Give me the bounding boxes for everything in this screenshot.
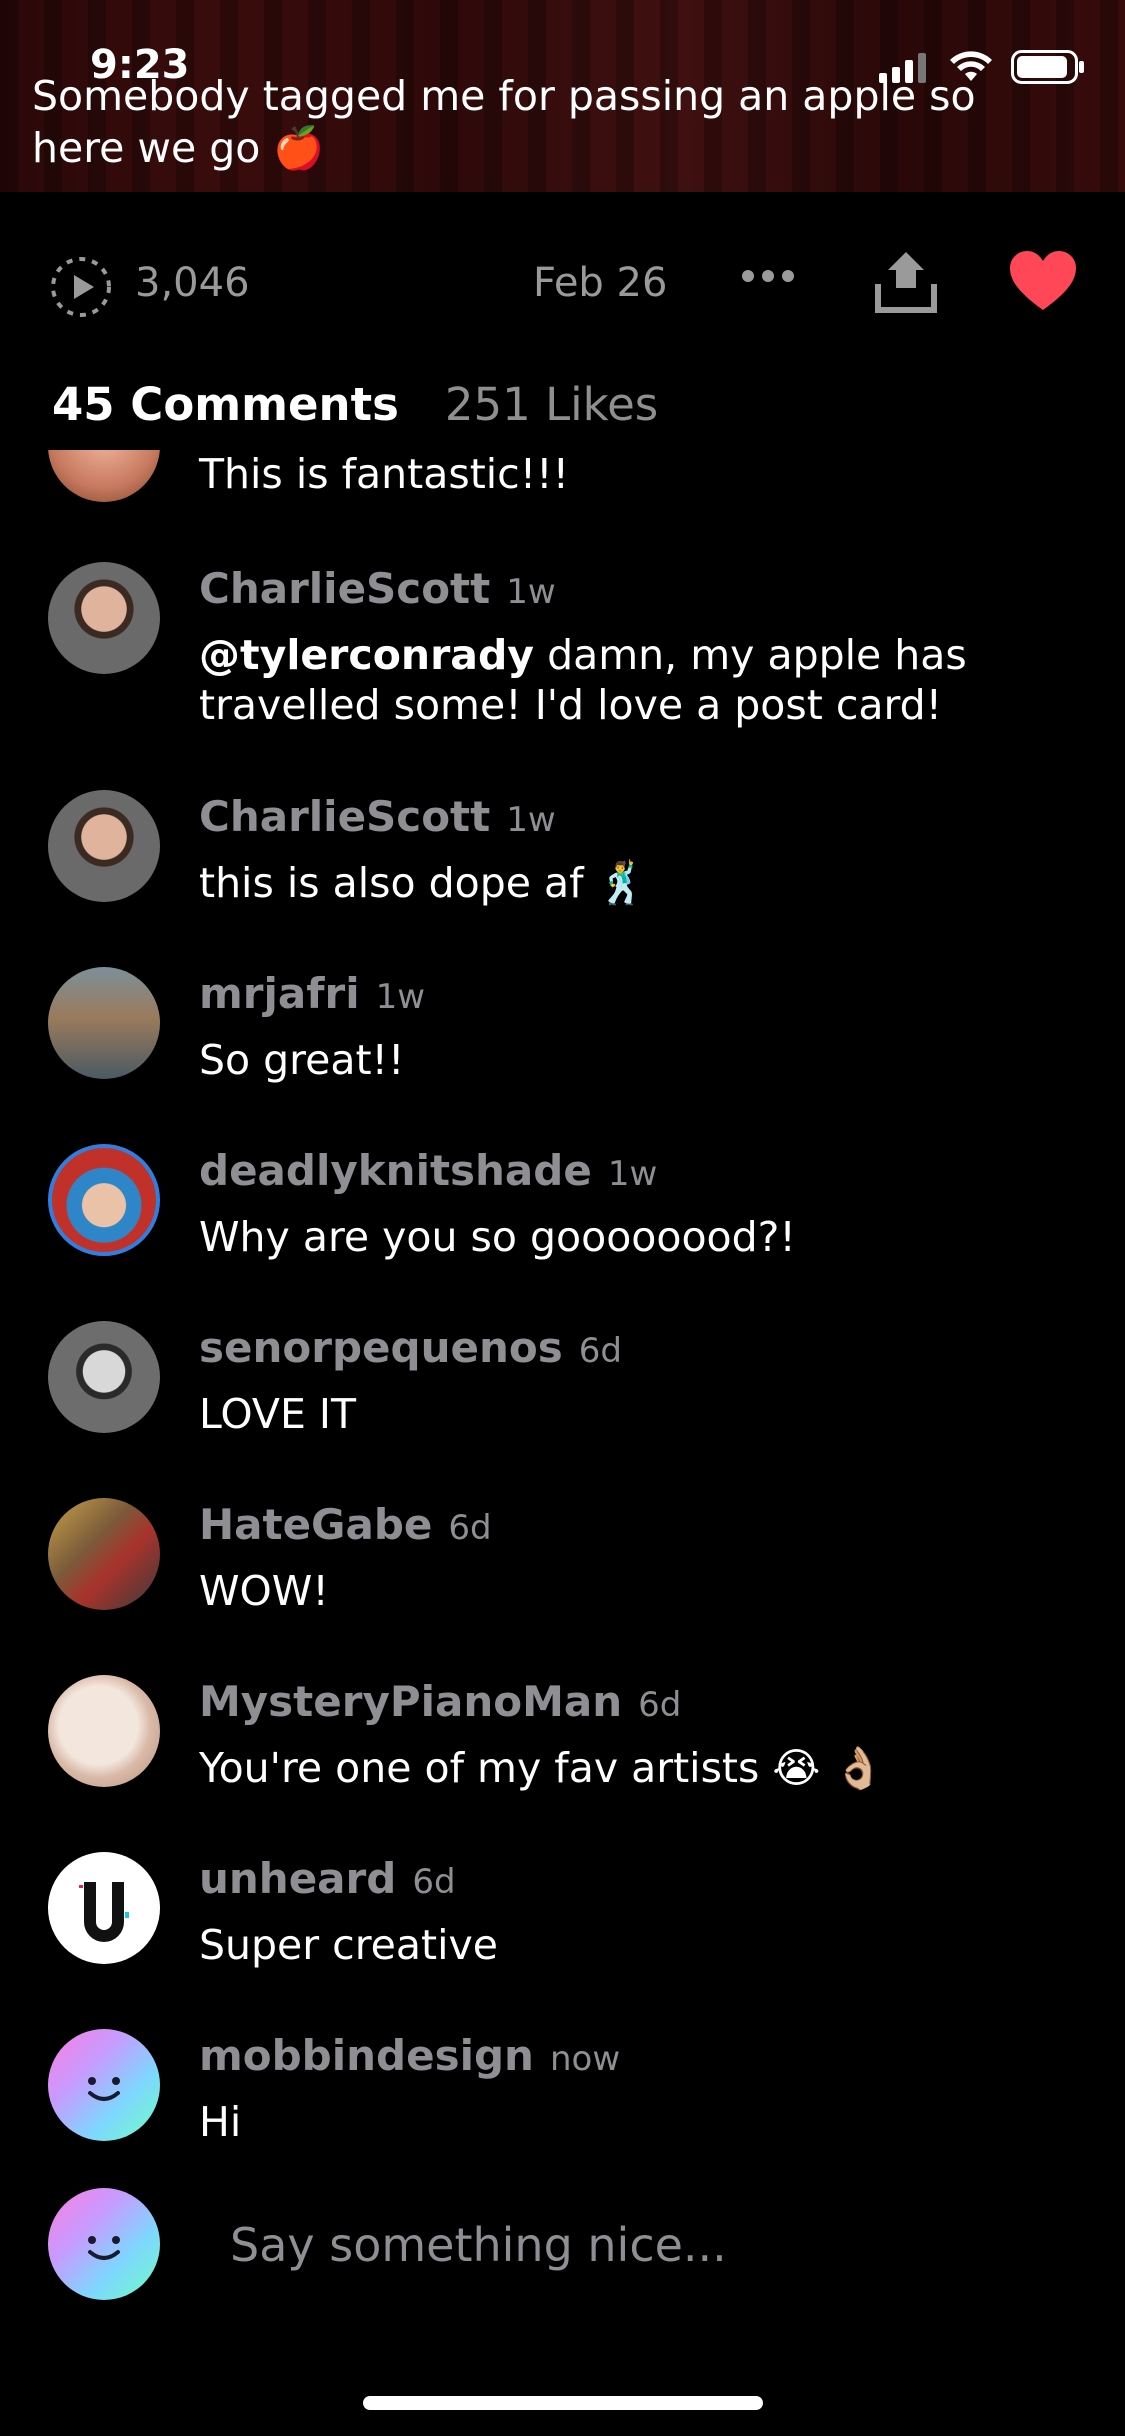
comment-time: 6d [638,1685,682,1725]
comment-input-row [0,2188,1125,2300]
signal-icon [879,53,926,83]
comments-likes-tabs: 45 Comments 251 Likes [52,378,658,431]
comment-text: Hi [199,2098,242,2146]
avatar[interactable] [48,2029,160,2141]
comment-text: This is fantastic!!! [199,450,570,498]
tab-likes[interactable]: 251 Likes [445,378,658,431]
post-date: Feb 26 [533,260,668,306]
comment-username[interactable]: CharlieScott 1w [199,792,556,841]
comment-username[interactable]: deadlyknitshade 1w [199,1146,657,1195]
comment-text: LOVE IT [199,1390,357,1438]
username[interactable]: mobbindesign [199,2031,534,2080]
home-indicator[interactable] [363,2396,763,2410]
comment-text: You're one of my fav artists 😭 👌🏼 [199,1744,885,1792]
share-icon[interactable] [874,248,938,314]
comment-time: 1w [375,977,426,1017]
comment-time: 6d [412,1862,456,1902]
username[interactable]: CharlieScott [199,564,490,613]
smiley-icon [88,2077,120,2101]
comment-time: 6d [578,1331,622,1371]
comment-text: @tylerconrady damn, my apple has travell… [199,630,1079,730]
avatar[interactable] [48,1852,160,1964]
more-icon[interactable] [740,268,796,284]
comment-time: 1w [506,572,556,612]
avatar[interactable] [48,1321,160,1433]
comment-username[interactable]: unheard 6d [199,1854,456,1903]
mention-link[interactable]: @tylerconrady [199,631,534,679]
avatar[interactable] [48,562,160,674]
status-time: 9:23 [90,42,190,88]
avatar[interactable] [48,450,160,502]
comment-time: now [549,2039,621,2079]
avatar[interactable] [48,790,160,902]
avatar[interactable] [48,967,160,1079]
comment-username[interactable]: CharlieScott 1w [199,564,556,613]
play-views-icon [51,257,111,317]
comment-text: Why are you so goooooood?! [199,1213,796,1261]
username[interactable]: MysteryPianoMan [199,1677,622,1726]
username[interactable]: CharlieScott [199,792,490,841]
comments-list[interactable]: This is fantastic!!! CharlieScott 1w @tyl… [0,450,1125,2150]
comment-username[interactable]: HateGabe 6d [199,1500,492,1549]
username[interactable]: HateGabe [199,1500,432,1549]
comment-username[interactable]: senorpequenos 6d [199,1323,622,1372]
smiley-icon [88,2236,120,2260]
comment-text: WOW! [199,1567,329,1615]
username[interactable]: senorpequenos [199,1323,563,1372]
unheard-logo-icon [79,1882,129,1942]
post-meta-row: 3,046 Feb 26 [0,240,1125,330]
avatar [48,2188,160,2300]
avatar[interactable] [48,1498,160,1610]
comment-text: this is also dope af 🕺 [199,859,648,907]
username[interactable]: mrjafri [199,969,360,1018]
comment-input[interactable] [228,2206,1072,2284]
comment-time: 1w [607,1154,658,1194]
comment-username[interactable]: MysteryPianoMan 6d [199,1677,681,1726]
avatar[interactable] [48,1675,160,1787]
tab-comments[interactable]: 45 Comments [52,378,399,431]
wifi-icon [950,51,992,81]
status-icons [879,50,1085,84]
comment-username[interactable]: mobbindesign now [199,2031,620,2080]
views-count: 3,046 [135,260,250,306]
comment-time: 6d [448,1508,492,1548]
comment-text: Super creative [199,1921,498,1969]
username[interactable]: deadlyknitshade [199,1146,592,1195]
username[interactable]: unheard [199,1854,396,1903]
comment-text: So great!! [199,1036,405,1084]
battery-icon [1011,50,1084,84]
heart-icon[interactable] [1008,250,1078,312]
avatar[interactable] [48,1144,160,1256]
comment-time: 1w [506,800,556,840]
comment-username[interactable]: mrjafri 1w [199,969,425,1018]
